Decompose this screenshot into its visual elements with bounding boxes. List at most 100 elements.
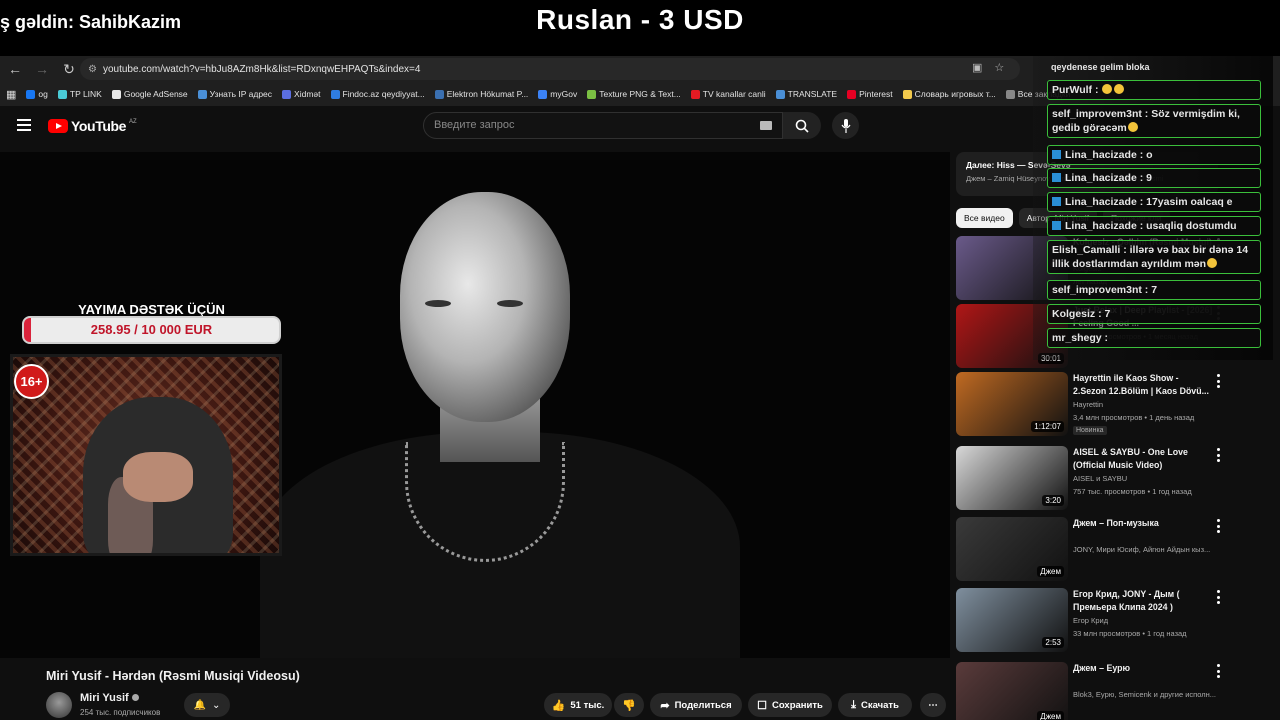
video-thumbnail[interactable]: Джем — [956, 517, 1068, 581]
bookmark-item[interactable]: Findoc.az qeydiyyat... — [330, 89, 425, 99]
install-app-icon[interactable]: ▣ — [972, 61, 982, 74]
dislike-button[interactable]: 👎 — [614, 693, 644, 717]
bookmark-favicon-icon — [902, 89, 912, 99]
video-thumbnail[interactable]: Джем — [956, 662, 1068, 720]
bookmark-item[interactable]: Pinterest — [847, 89, 893, 99]
more-vert-icon[interactable] — [1214, 590, 1222, 604]
donation-alert: Ruslan - 3 USD — [536, 4, 744, 35]
stream-top-banner: ş gəldin: SahibKazim Ruslan - 3 USD — [0, 0, 1280, 56]
recommendation-item[interactable]: 1:12:07 Hayrettin ile Kaos Show - 2.Sezon… — [956, 372, 1276, 438]
mic-icon — [841, 118, 850, 133]
recommendation-title[interactable]: Егор Крид, JONY - Дым ( Премьера Клипа 2… — [1073, 588, 1213, 614]
bookmark-label: Texture PNG & Text... — [599, 89, 681, 99]
recommendation-item[interactable]: Джем Джем – Поп-музыка JONY, Мири Юсиф, Ай… — [956, 517, 1276, 583]
bookmark-item[interactable]: Texture PNG & Text... — [587, 89, 681, 99]
bookmark-label: Findoc.az qeydiyyat... — [342, 89, 425, 99]
notifications-button[interactable]: 🔔 ⌄ — [184, 693, 230, 717]
more-vert-icon[interactable] — [1214, 448, 1222, 462]
chat-message-text: PurWulf : — [1052, 84, 1102, 96]
bookmark-label: TV kanallar canli — [702, 89, 766, 99]
bookmark-label: Pinterest — [859, 89, 893, 99]
filter-chip[interactable]: Все видео — [956, 208, 1013, 228]
bookmark-favicon-icon — [775, 89, 785, 99]
video-thumbnail[interactable]: 3:20 — [956, 446, 1068, 510]
bookmark-item[interactable]: og — [26, 89, 48, 99]
url-text[interactable]: youtube.com/watch?v=hbJu8AZm8Hk&list=RDx… — [103, 64, 420, 75]
more-vert-icon[interactable] — [1214, 374, 1222, 388]
more-actions-button[interactable]: ⋯ — [920, 693, 946, 717]
chat-message-text: Lina_hacizade : usaqliq dostumdu — [1065, 220, 1237, 232]
donation-goal-bar: 258.95 / 10 000 EUR — [22, 316, 281, 344]
bookmark-favicon-icon — [57, 89, 67, 99]
thumbs-up-icon: 👍 — [551, 699, 566, 712]
channel-avatar[interactable] — [46, 692, 72, 718]
platform-icon — [1052, 150, 1061, 159]
bookmark-item[interactable]: Xidmət — [282, 89, 321, 99]
bookmark-item[interactable]: Google AdSense — [111, 89, 188, 99]
more-vert-icon[interactable] — [1214, 664, 1222, 678]
download-button[interactable]: ⤓ Скачать — [838, 693, 912, 717]
recommendation-title[interactable]: Джем – Еурю — [1073, 662, 1213, 675]
chat-message-text: Lina_hacizade : 17yasim oalcaq e — [1065, 196, 1233, 208]
keyboard-icon[interactable] — [760, 121, 772, 130]
bookmark-label: og — [38, 89, 48, 99]
search-button[interactable] — [783, 112, 821, 139]
bookmark-item[interactable]: myGov — [538, 89, 577, 99]
back-icon[interactable]: ← — [3, 57, 27, 81]
goal-amount: 258.95 / 10 000 EUR — [90, 322, 213, 337]
recommendation-title[interactable]: Джем – Поп-музыка — [1073, 517, 1213, 530]
forward-icon[interactable]: → — [30, 57, 54, 81]
bookmark-label: Словарь игровых т... — [914, 89, 996, 99]
channel-name[interactable]: Miri Yusif — [80, 692, 139, 704]
bookmark-item[interactable]: Словарь игровых т... — [902, 89, 996, 99]
bookmark-label: Узнать IP адрес — [209, 89, 273, 99]
bookmark-favicon-icon — [538, 89, 548, 99]
recommendation-item[interactable]: Джем Джем – Еурю Blok3, Еурю, Semicenk и д… — [956, 662, 1276, 720]
save-button[interactable]: ☐ Сохранить — [748, 693, 832, 717]
share-button[interactable]: ➦ Поделиться — [650, 693, 742, 717]
bell-icon: 🔔 — [193, 699, 207, 711]
video-thumbnail[interactable]: 2:53 — [956, 588, 1068, 652]
recommendation-channel[interactable]: AISEL и SAYBU — [1073, 474, 1127, 483]
bookmark-favicon-icon — [1005, 89, 1015, 99]
like-button[interactable]: 👍 51 тыс. — [544, 693, 612, 717]
address-bar[interactable]: ⚙ youtube.com/watch?v=hbJu8AZm8Hk&list=R… — [80, 58, 1020, 80]
bookmark-item[interactable]: TV kanallar canli — [690, 89, 766, 99]
recommendation-item[interactable]: 3:20 AISEL & SAYBU - One Love (Official M… — [956, 446, 1276, 512]
site-info-icon[interactable]: ⚙ — [88, 64, 97, 75]
youtube-logo[interactable]: YouTube AZ — [48, 118, 137, 134]
bookmark-item[interactable]: TP LINK — [57, 89, 102, 99]
search-input[interactable]: Введите запрос — [423, 112, 783, 139]
bookmark-label: Elektron Hökumat P... — [446, 89, 529, 99]
bookmark-label: Xidmət — [294, 89, 321, 99]
bookmark-item[interactable]: Elektron Hökumat P... — [434, 89, 529, 99]
recommendation-meta: 33 млн просмотров • 1 год назад — [1073, 629, 1187, 638]
new-badge: Новинка — [1073, 426, 1107, 435]
menu-icon[interactable] — [17, 119, 31, 131]
platform-icon — [1052, 197, 1061, 206]
recommendation-channel[interactable]: Blok3, Еурю, Semicenk и другие исполн... — [1073, 690, 1216, 699]
bookmark-item[interactable]: TRANSLATE — [775, 89, 838, 99]
recommendation-title[interactable]: Hayrettin ile Kaos Show - 2.Sezon 12.Böl… — [1073, 372, 1213, 398]
bookmark-item[interactable]: Узнать IP адрес — [197, 89, 273, 99]
bookmark-label: TRANSLATE — [787, 89, 838, 99]
recommendation-channel[interactable]: JONY, Мири Юсиф, Айгюн Айдын кыз... — [1073, 545, 1210, 554]
voice-search-button[interactable] — [832, 112, 859, 139]
more-vert-icon[interactable] — [1214, 519, 1222, 533]
share-icon: ➦ — [660, 699, 670, 712]
bookmark-label: TP LINK — [69, 89, 102, 99]
apps-grid-icon[interactable]: ▦ — [6, 88, 16, 101]
video-player[interactable]: YAYIMA DƏSTƏK ÜÇÜN 258.95 / 10 000 EUR 1… — [0, 152, 950, 658]
bookmark-favicon-icon — [330, 89, 340, 99]
recommendation-title[interactable]: AISEL & SAYBU - One Love (Official Music… — [1073, 446, 1213, 472]
reload-icon[interactable]: ↻ — [57, 57, 81, 81]
recommendation-channel[interactable]: Hayrettin — [1073, 400, 1103, 409]
recommendation-channel[interactable]: Егор Крид — [1073, 616, 1108, 625]
bookmark-star-icon[interactable]: ☆ — [994, 61, 1004, 74]
more-icon: ⋯ — [928, 699, 938, 711]
chat-message: Lina_hacizade : o — [1047, 145, 1261, 165]
recommendation-item[interactable]: 2:53 Егор Крид, JONY - Дым ( Премьера Кли… — [956, 588, 1276, 654]
video-thumbnail[interactable]: 1:12:07 — [956, 372, 1068, 436]
bookmark-favicon-icon — [690, 89, 700, 99]
recommendation-meta: 757 тыс. просмотров • 1 год назад — [1073, 487, 1192, 496]
